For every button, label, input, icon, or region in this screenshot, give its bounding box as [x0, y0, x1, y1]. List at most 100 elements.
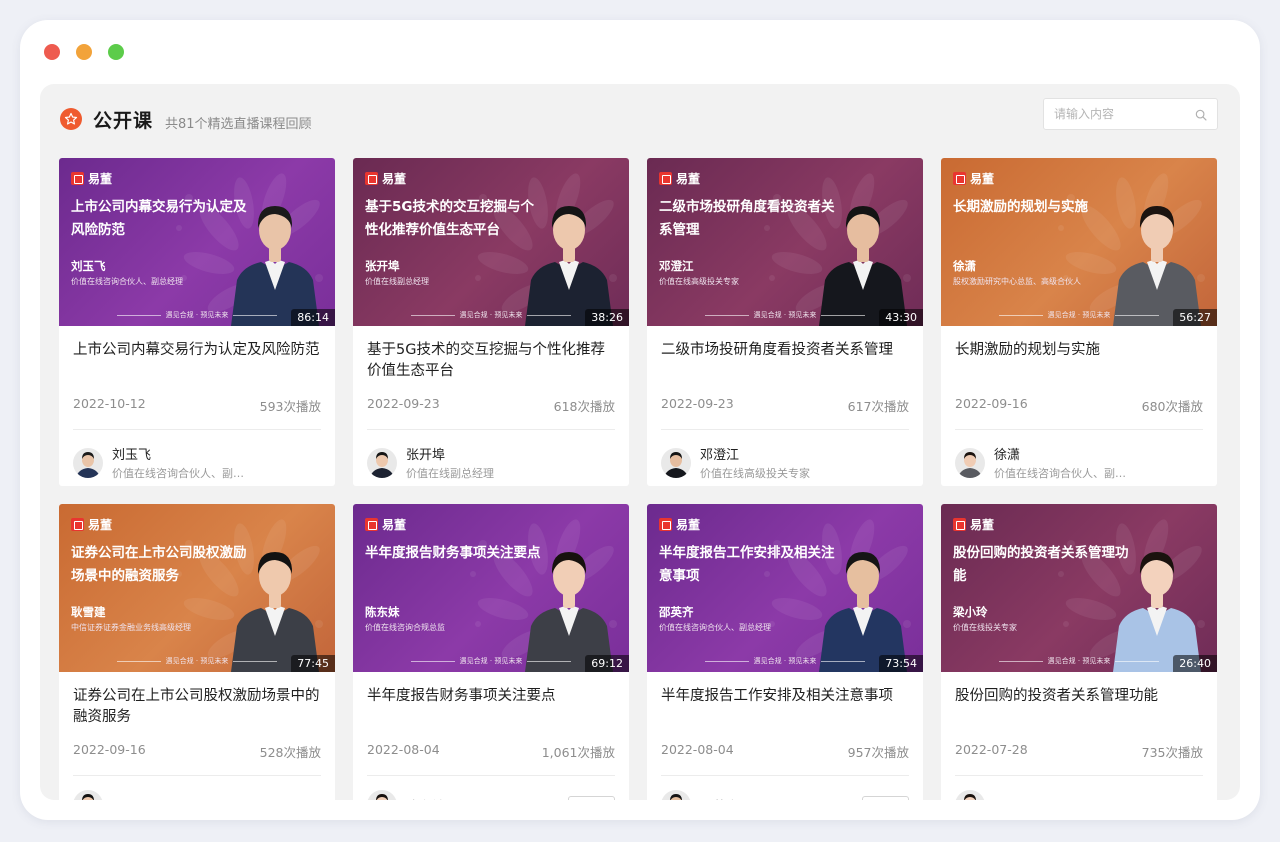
speaker-name: 邓澄江 [700, 448, 740, 463]
brand-name: 易董 [970, 518, 995, 532]
course-title[interactable]: 上市公司内幕交易行为认定及风险防范 [73, 340, 321, 382]
thumbnail-title: 二级市场投研角度看投资者关系管理 [659, 199, 835, 238]
browser-window: 公开课 共81个精选直播课程回顾 请输入内容 易董 上市公司内幕交易行为认定及风… [20, 20, 1260, 820]
speaker-avatar[interactable] [367, 447, 397, 478]
card-divider [367, 775, 615, 776]
course-meta: 2022-09-23 618次播放 [367, 396, 615, 415]
download-materials-button[interactable]: 课件 ↓ [568, 796, 615, 800]
course-thumbnail[interactable]: 易董 长期激励的规划与实施 徐潇 股权激励研究中心总监、高级合伙人 遇见合规 ·… [941, 158, 1217, 326]
close-dot[interactable] [44, 44, 60, 60]
brand-name: 易董 [88, 172, 113, 186]
thumbnail-title: 上市公司内幕交易行为认定及风险防范 [71, 199, 247, 238]
brand-logo: 易董 [71, 170, 112, 187]
speaker-text: 邵英齐 [700, 796, 739, 801]
course-date: 2022-08-04 [661, 742, 734, 757]
speaker-avatar[interactable] [661, 447, 691, 478]
speaker-avatar[interactable] [367, 790, 397, 800]
speaker-avatar[interactable] [73, 447, 103, 478]
speaker-name: 徐潇 [994, 448, 1021, 463]
card-body: 基于5G技术的交互挖掘与个性化推荐价值生态平台 2022-09-23 618次播… [353, 326, 629, 481]
course-grid: 易董 上市公司内幕交易行为认定及风险防范 刘玉飞 价值在线咨询合伙人、副总经理 … [59, 158, 1219, 800]
brand-logo-icon [659, 172, 672, 185]
speaker-avatar[interactable] [73, 790, 103, 800]
brand-logo: 易董 [365, 170, 406, 187]
thumbnail-speaker-role: 价值在线副总经理 [365, 277, 429, 286]
speaker-avatar[interactable] [955, 447, 985, 478]
brand-name: 易董 [382, 518, 407, 532]
speaker-name: 刘玉飞 [112, 448, 152, 463]
speaker-avatar[interactable] [661, 790, 691, 800]
speaker-text: 徐潇 价值在线咨询合伙人、副… [994, 444, 1126, 481]
speaker-text: 陈东妹 [406, 796, 445, 801]
thumbnail-speaker-role: 价值在线咨询合伙人、副总经理 [659, 623, 771, 632]
thumbnail-speaker-name: 刘玉飞 [71, 259, 106, 273]
course-meta: 2022-09-16 680次播放 [955, 396, 1203, 415]
brand-name: 易董 [88, 518, 113, 532]
course-card[interactable]: 易董 证券公司在上市公司股权激励场景中的融资服务 耿雪建 中信证券证券金融业务线… [59, 504, 335, 800]
card-divider [73, 775, 321, 776]
brand-logo-icon [953, 518, 966, 531]
thumbnail-speaker-name: 邓澄江 [659, 259, 694, 273]
course-date: 2022-07-28 [955, 742, 1028, 757]
brand-logo-icon [365, 518, 378, 531]
course-meta: 2022-07-28 735次播放 [955, 742, 1203, 761]
video-duration: 69:12 [585, 655, 629, 672]
course-thumbnail[interactable]: 易董 基于5G技术的交互挖掘与个性化推荐价值生态平台 张开埠 价值在线副总经理 … [353, 158, 629, 326]
course-card[interactable]: 易董 半年度报告财务事项关注要点 陈东妹 价值在线咨询合规总监 遇见合规 · 预… [353, 504, 629, 800]
course-count-subtitle: 共81个精选直播课程回顾 [165, 117, 312, 132]
course-card[interactable]: 易董 股份回购的投资者关系管理功能 梁小玲 价值在线投关专家 遇见合规 · 预见… [941, 504, 1217, 800]
speaker-role: 价值在线咨询合伙人、副… [112, 467, 244, 480]
course-title[interactable]: 长期激励的规划与实施 [955, 340, 1203, 382]
search-icon[interactable] [1194, 107, 1208, 126]
download-materials-button[interactable]: 课件 ↓ [862, 796, 909, 800]
course-thumbnail[interactable]: 易董 股份回购的投资者关系管理功能 梁小玲 价值在线投关专家 遇见合规 · 预见… [941, 504, 1217, 672]
thumbnail-title: 基于5G技术的交互挖掘与个性化推荐价值生态平台 [365, 199, 534, 238]
page-title: 公开课 [93, 110, 154, 132]
course-title[interactable]: 半年度报告工作安排及相关注意事项 [661, 686, 909, 728]
brand-logo-icon [71, 518, 84, 531]
card-body: 二级市场投研角度看投资者关系管理 2022-09-23 617次播放 邓澄江 价… [647, 326, 923, 481]
course-thumbnail[interactable]: 易董 半年度报告财务事项关注要点 陈东妹 价值在线咨询合规总监 遇见合规 · 预… [353, 504, 629, 672]
brand-logo-icon [71, 172, 84, 185]
course-card[interactable]: 易董 上市公司内幕交易行为认定及风险防范 刘玉飞 价值在线咨询合伙人、副总经理 … [59, 158, 335, 486]
course-card[interactable]: 易董 长期激励的规划与实施 徐潇 股权激励研究中心总监、高级合伙人 遇见合规 ·… [941, 158, 1217, 486]
video-duration: 73:54 [879, 655, 923, 672]
panel-header: 公开课 共81个精选直播课程回顾 [40, 84, 1240, 158]
brand-logo-icon [365, 172, 378, 185]
speaker-portrait [819, 206, 907, 326]
maximize-dot[interactable] [108, 44, 124, 60]
course-title[interactable]: 二级市场投研角度看投资者关系管理 [661, 340, 909, 382]
course-thumbnail[interactable]: 易董 上市公司内幕交易行为认定及风险防范 刘玉飞 价值在线咨询合伙人、副总经理 … [59, 158, 335, 326]
brand-logo: 易董 [365, 516, 406, 533]
card-body: 长期激励的规划与实施 2022-09-16 680次播放 徐潇 价值在线咨询合伙… [941, 326, 1217, 481]
speaker-info: 邵英齐 课件 ↓ [661, 790, 909, 800]
speaker-info: 耿雪建 [73, 790, 321, 800]
speaker-portrait [819, 552, 907, 672]
course-title[interactable]: 基于5G技术的交互挖掘与个性化推荐价值生态平台 [367, 340, 615, 382]
video-duration: 38:26 [585, 309, 629, 326]
speaker-name: 梁小玲 [994, 796, 1033, 801]
search-box [1043, 98, 1218, 130]
speaker-avatar[interactable] [955, 790, 985, 800]
speaker-portrait [1113, 206, 1201, 326]
course-title[interactable]: 半年度报告财务事项关注要点 [367, 686, 615, 728]
course-card[interactable]: 易董 二级市场投研角度看投资者关系管理 邓澄江 价值在线高级投关专家 遇见合规 … [647, 158, 923, 486]
course-date: 2022-09-16 [73, 742, 146, 757]
play-count: 680次播放 [1141, 399, 1203, 414]
course-title[interactable]: 证券公司在上市公司股权激励场景中的融资服务 [73, 686, 321, 728]
thumbnail-title: 股份回购的投资者关系管理功能 [953, 545, 1129, 584]
course-card[interactable]: 易董 基于5G技术的交互挖掘与个性化推荐价值生态平台 张开埠 价值在线副总经理 … [353, 158, 629, 486]
search-input[interactable] [1044, 99, 1184, 129]
course-thumbnail[interactable]: 易董 半年度报告工作安排及相关注意事项 邵英齐 价值在线咨询合伙人、副总经理 遇… [647, 504, 923, 672]
thumbnail-title: 长期激励的规划与实施 [953, 199, 1088, 215]
play-count: 617次播放 [847, 399, 909, 414]
course-card[interactable]: 易董 半年度报告工作安排及相关注意事项 邵英齐 价值在线咨询合伙人、副总经理 遇… [647, 504, 923, 800]
course-title[interactable]: 股份回购的投资者关系管理功能 [955, 686, 1203, 728]
speaker-name: 陈东妹 [406, 796, 445, 801]
course-thumbnail[interactable]: 易董 证券公司在上市公司股权激励场景中的融资服务 耿雪建 中信证券证券金融业务线… [59, 504, 335, 672]
speaker-info: 陈东妹 课件 ↓ [367, 790, 615, 800]
course-thumbnail[interactable]: 易董 二级市场投研角度看投资者关系管理 邓澄江 价值在线高级投关专家 遇见合规 … [647, 158, 923, 326]
card-body: 半年度报告财务事项关注要点 2022-08-04 1,061次播放 陈东妹 课件… [353, 672, 629, 800]
minimize-dot[interactable] [76, 44, 92, 60]
thumbnail-speaker-role: 股权激励研究中心总监、高级合伙人 [953, 277, 1081, 286]
